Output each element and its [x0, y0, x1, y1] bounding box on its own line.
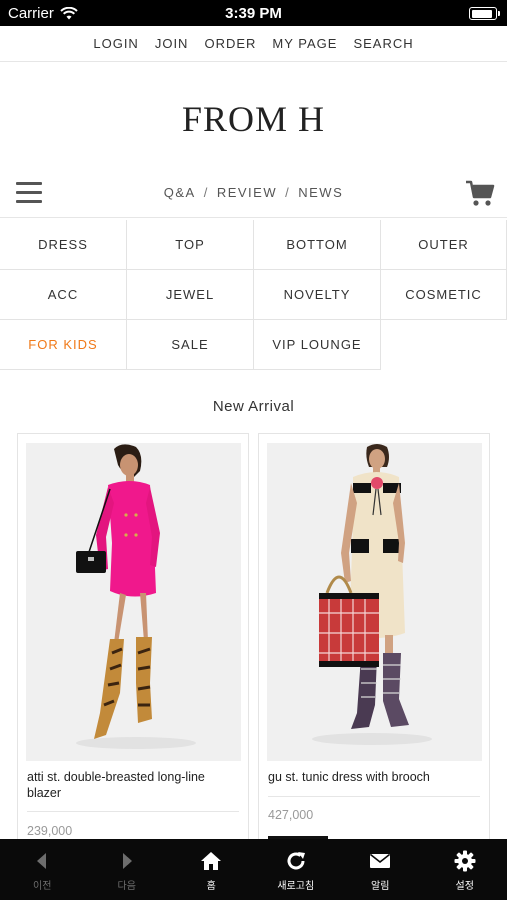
- separator: /: [203, 185, 209, 200]
- home-label: 홈: [206, 881, 216, 892]
- news-link[interactable]: NEWS: [298, 185, 343, 200]
- category-grid: DRESS TOP BOTTOM OUTER ACC JEWEL NOVELTY…: [0, 220, 507, 370]
- refresh-label: 새로고침: [277, 881, 315, 892]
- separator: /: [285, 185, 291, 200]
- forward-label: 다음: [117, 881, 136, 892]
- search-link[interactable]: SEARCH: [353, 36, 413, 51]
- category-sale[interactable]: SALE: [127, 320, 254, 370]
- settings-button[interactable]: 설정: [423, 839, 507, 900]
- order-link[interactable]: ORDER: [204, 36, 256, 51]
- login-link[interactable]: LOGIN: [93, 36, 138, 51]
- cart-icon[interactable]: [465, 179, 495, 207]
- notification-button[interactable]: 알림: [338, 839, 423, 900]
- sub-nav: Q&A / REVIEW / NEWS: [0, 168, 507, 218]
- product-name[interactable]: gu st. tunic dress with brooch: [268, 769, 480, 785]
- my-page-link[interactable]: MY PAGE: [272, 36, 337, 51]
- product-card[interactable]: atti st. double-breasted long-line blaze…: [17, 433, 249, 839]
- category-novelty[interactable]: NOVELTY: [254, 270, 381, 320]
- back-arrow-icon: [37, 853, 47, 869]
- settings-label: 설정: [455, 881, 474, 892]
- category-top[interactable]: TOP: [127, 220, 254, 270]
- section-title: New Arrival: [212, 398, 295, 415]
- qna-link[interactable]: Q&A: [164, 185, 196, 200]
- divider: [268, 796, 480, 797]
- clock: 3:39 PM: [225, 5, 282, 22]
- divider: [27, 811, 239, 812]
- join-link[interactable]: JOIN: [155, 36, 189, 51]
- category-jewel[interactable]: JEWEL: [127, 270, 254, 320]
- category-vip-lounge[interactable]: VIP LOUNGE: [254, 320, 381, 370]
- back-label: 이전: [33, 881, 52, 892]
- home-button[interactable]: 홈: [169, 839, 254, 900]
- product-image[interactable]: [26, 443, 241, 761]
- category-dress[interactable]: DRESS: [0, 220, 127, 270]
- bottom-toolbar: 이전 다음 홈 새로고침 알림 설정: [0, 839, 507, 900]
- site-logo[interactable]: FROM H: [0, 98, 507, 140]
- forward-button[interactable]: 다음: [85, 839, 170, 900]
- refresh-icon: [287, 852, 305, 870]
- home-icon: [201, 852, 222, 870]
- empty-cell: [381, 320, 507, 370]
- status-bar: Carrier 3:39 PM: [0, 0, 507, 26]
- product-card[interactable]: gu st. tunic dress with brooch 427,000: [258, 433, 490, 839]
- category-for-kids[interactable]: FOR KIDS: [0, 320, 127, 370]
- product-image[interactable]: [267, 443, 482, 761]
- refresh-button[interactable]: 새로고침: [254, 839, 339, 900]
- product-name[interactable]: atti st. double-breasted long-line blaze…: [27, 769, 239, 801]
- top-nav: LOGIN JOIN ORDER MY PAGE SEARCH: [0, 26, 507, 62]
- board-links: Q&A / REVIEW / NEWS: [0, 185, 507, 200]
- product-price: 239,000: [27, 824, 73, 838]
- back-button[interactable]: 이전: [0, 839, 85, 900]
- mail-icon: [370, 853, 391, 868]
- battery-icon: [469, 7, 500, 20]
- category-outer[interactable]: OUTER: [381, 220, 507, 270]
- forward-arrow-icon: [122, 853, 132, 869]
- gear-icon: [454, 850, 476, 872]
- category-bottom[interactable]: BOTTOM: [254, 220, 381, 270]
- product-price: 427,000: [268, 808, 314, 822]
- review-link[interactable]: REVIEW: [217, 185, 277, 200]
- category-cosmetic[interactable]: COSMETIC: [381, 270, 507, 320]
- category-acc[interactable]: ACC: [0, 270, 127, 320]
- notification-label: 알림: [371, 881, 390, 892]
- product-list: atti st. double-breasted long-line blaze…: [17, 433, 490, 839]
